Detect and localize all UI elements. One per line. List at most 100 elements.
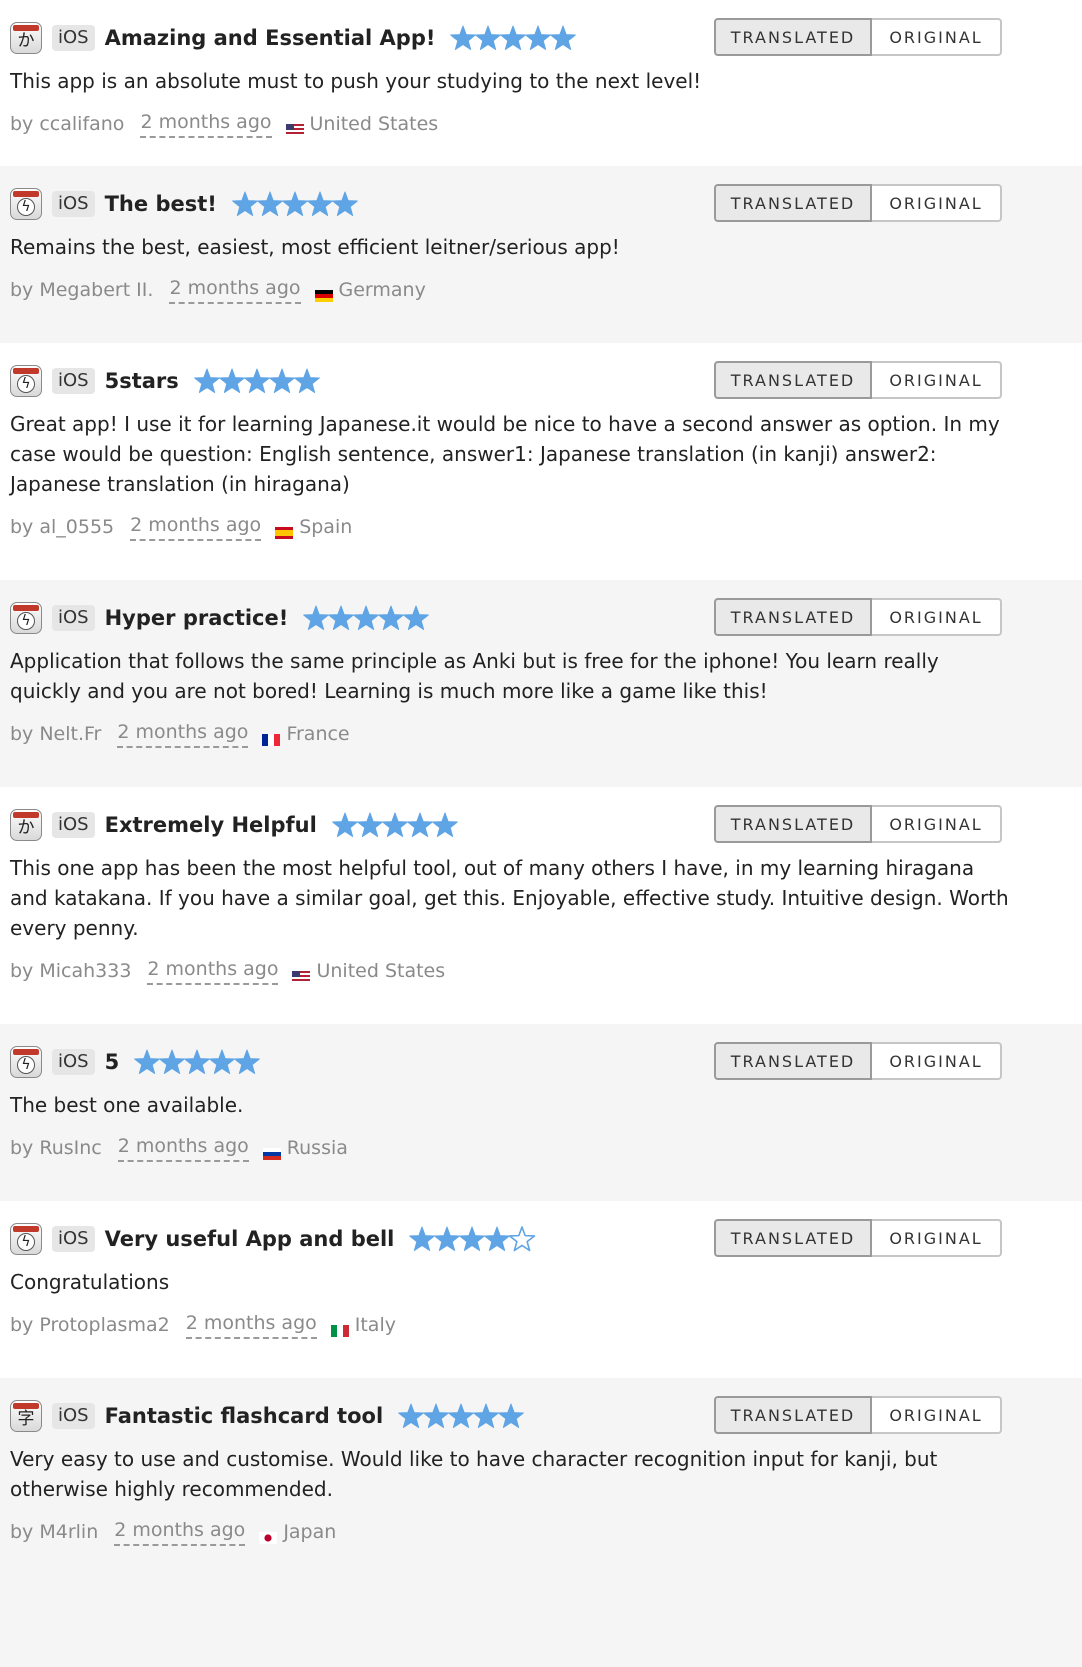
review-country: France bbox=[286, 723, 350, 745]
star-filled-icon bbox=[243, 368, 270, 394]
review-item: か iOS Amazing and Essential App! TRANSLATED… bbox=[0, 0, 1082, 166]
it-flag-icon bbox=[330, 1319, 349, 1337]
review-meta: by Megabert II. 2 months ago Germany bbox=[10, 276, 426, 304]
review-title: 5 bbox=[104, 1050, 120, 1074]
review-author[interactable]: by Protoplasma2 bbox=[10, 1313, 170, 1337]
platform-badge: iOS bbox=[52, 812, 95, 838]
star-filled-icon bbox=[353, 605, 380, 631]
review-time[interactable]: 2 months ago bbox=[117, 720, 249, 748]
star-filled-icon bbox=[331, 191, 358, 217]
translated-button[interactable]: TRANSLATED bbox=[714, 18, 872, 56]
review-author[interactable]: by al_0555 bbox=[10, 515, 114, 539]
review-time[interactable]: 2 months ago bbox=[140, 110, 272, 138]
translation-toggle: TRANSLATED ORIGINAL bbox=[714, 805, 1002, 843]
original-button[interactable]: ORIGINAL bbox=[872, 598, 1002, 636]
star-filled-icon bbox=[473, 1403, 500, 1429]
star-filled-icon bbox=[403, 605, 430, 631]
star-rating bbox=[398, 1403, 525, 1429]
review-author[interactable]: by Nelt.Fr bbox=[10, 722, 101, 746]
flashcard-app-icon: ϟ bbox=[10, 188, 42, 220]
review-meta: by RusInc 2 months ago Russia bbox=[10, 1134, 348, 1162]
translated-button[interactable]: TRANSLATED bbox=[714, 361, 872, 399]
review-meta: by al_0555 2 months ago Spain bbox=[10, 513, 352, 541]
star-rating bbox=[231, 191, 358, 217]
star-filled-icon bbox=[234, 1049, 261, 1075]
review-country: United States bbox=[316, 960, 446, 982]
review-author[interactable]: by Megabert II. bbox=[10, 278, 153, 302]
review-country: Germany bbox=[338, 279, 426, 301]
review-meta: by ccalifano 2 months ago United States bbox=[10, 110, 438, 138]
translated-button[interactable]: TRANSLATED bbox=[714, 598, 872, 636]
review-time[interactable]: 2 months ago bbox=[114, 1518, 246, 1546]
star-rating bbox=[450, 25, 577, 51]
translated-button[interactable]: TRANSLATED bbox=[714, 184, 872, 222]
review-body: This one app has been the most helpful t… bbox=[10, 856, 1009, 940]
review-body: Application that follows the same princi… bbox=[10, 649, 939, 703]
flashcard-app-icon: ϟ bbox=[10, 365, 42, 397]
original-button[interactable]: ORIGINAL bbox=[872, 805, 1002, 843]
review-header: ϟ iOS 5 bbox=[10, 1042, 262, 1082]
original-button[interactable]: ORIGINAL bbox=[872, 1219, 1002, 1257]
translation-toggle: TRANSLATED ORIGINAL bbox=[714, 361, 1002, 399]
review-header: 字 iOS Fantastic flashcard tool bbox=[10, 1396, 526, 1436]
kana-app-icon: か bbox=[10, 809, 42, 841]
original-button[interactable]: ORIGINAL bbox=[872, 184, 1002, 222]
original-button[interactable]: ORIGINAL bbox=[872, 18, 1002, 56]
star-filled-icon bbox=[356, 812, 383, 838]
review-item: 字 iOS Fantastic flashcard tool TRANSLATED OR… bbox=[0, 1378, 1082, 1667]
star-filled-icon bbox=[256, 191, 283, 217]
review-item: ϟ iOS 5stars TRANSLATED ORIGINAL Great app! I… bbox=[0, 343, 1082, 580]
review-title: Hyper practice! bbox=[104, 606, 289, 630]
star-filled-icon bbox=[184, 1049, 211, 1075]
review-meta: by Micah333 2 months ago United States bbox=[10, 957, 445, 985]
review-title: Amazing and Essential App! bbox=[104, 26, 436, 50]
star-filled-icon bbox=[193, 368, 220, 394]
star-filled-icon bbox=[293, 368, 320, 394]
original-button[interactable]: ORIGINAL bbox=[872, 1042, 1002, 1080]
review-time[interactable]: 2 months ago bbox=[169, 276, 301, 304]
review-time[interactable]: 2 months ago bbox=[130, 513, 262, 541]
kana-app-icon: か bbox=[10, 22, 42, 54]
platform-badge: iOS bbox=[52, 191, 95, 217]
review-country: United States bbox=[309, 113, 439, 135]
star-filled-icon bbox=[231, 191, 258, 217]
review-author[interactable]: by M4rlin bbox=[10, 1520, 98, 1544]
translated-button[interactable]: TRANSLATED bbox=[714, 1219, 872, 1257]
star-filled-icon bbox=[409, 1226, 436, 1252]
star-filled-icon bbox=[268, 368, 295, 394]
review-author[interactable]: by RusInc bbox=[10, 1136, 102, 1160]
star-filled-icon bbox=[525, 25, 552, 51]
translation-toggle: TRANSLATED ORIGINAL bbox=[714, 184, 1002, 222]
review-item: ϟ iOS Hyper practice! TRANSLATED ORIGINAL App… bbox=[0, 580, 1082, 787]
translated-button[interactable]: TRANSLATED bbox=[714, 805, 872, 843]
review-country: Spain bbox=[299, 516, 353, 538]
review-body: Congratulations bbox=[10, 1270, 170, 1294]
star-filled-icon bbox=[459, 1226, 486, 1252]
review-time[interactable]: 2 months ago bbox=[147, 957, 279, 985]
review-time[interactable]: 2 months ago bbox=[185, 1311, 317, 1339]
translated-button[interactable]: TRANSLATED bbox=[714, 1396, 872, 1434]
star-rating bbox=[331, 812, 458, 838]
star-filled-icon bbox=[398, 1403, 425, 1429]
review-header: ϟ iOS The best! bbox=[10, 184, 360, 224]
review-body: Very easy to use and customise. Would li… bbox=[10, 1447, 938, 1501]
star-filled-icon bbox=[303, 605, 330, 631]
star-filled-icon bbox=[498, 1403, 525, 1429]
original-button[interactable]: ORIGINAL bbox=[872, 1396, 1002, 1434]
review-country: Italy bbox=[354, 1314, 396, 1336]
original-button[interactable]: ORIGINAL bbox=[872, 361, 1002, 399]
review-item: ϟ iOS Very useful App and bell TRANSLATED OR… bbox=[0, 1201, 1082, 1378]
de-flag-icon bbox=[314, 284, 333, 302]
star-empty-icon bbox=[509, 1226, 536, 1252]
review-body: Remains the best, easiest, most efficien… bbox=[10, 235, 620, 259]
star-filled-icon bbox=[431, 812, 458, 838]
star-rating bbox=[134, 1049, 261, 1075]
star-rating bbox=[303, 605, 430, 631]
translated-button[interactable]: TRANSLATED bbox=[714, 1042, 872, 1080]
review-author[interactable]: by ccalifano bbox=[10, 112, 124, 136]
review-time[interactable]: 2 months ago bbox=[117, 1134, 249, 1162]
review-header: ϟ iOS 5stars bbox=[10, 361, 322, 401]
review-title: The best! bbox=[104, 192, 217, 216]
review-author[interactable]: by Micah333 bbox=[10, 959, 131, 983]
us-flag-icon bbox=[292, 965, 311, 983]
